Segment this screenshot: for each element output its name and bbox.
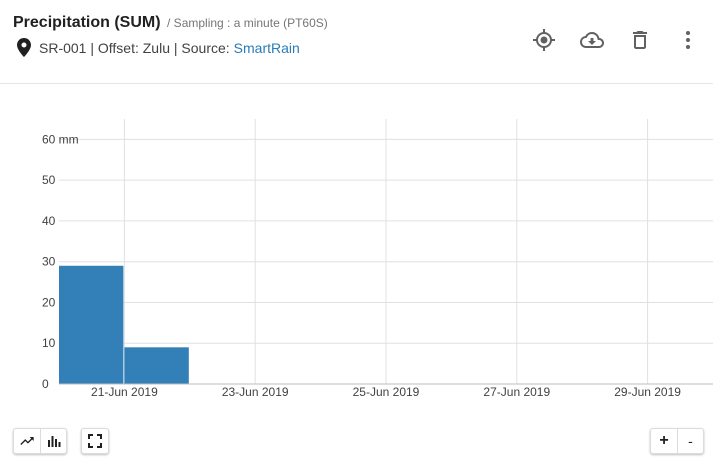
x-tick-label: 29-Jun 2019 [614,385,681,399]
x-tick-label: 25-Jun 2019 [353,385,420,399]
y-tick-label: 0 [42,377,49,391]
precipitation-chart[interactable]: 0 10 20 30 40 50 60 mm 21-Jun 2019 23-Jun 2019 25… [0,84,713,414]
target-icon [533,29,555,51]
bar-chart-icon [47,436,60,447]
chart-header: Precipitation (SUM) / Sampling : a minut… [0,0,713,84]
y-tick-label: 60 mm [42,132,79,146]
source-link[interactable]: SmartRain [234,40,300,56]
download-button[interactable] [580,28,604,52]
chart-area[interactable]: 0 10 20 30 40 50 60 mm 21-Jun 2019 23-Jun 2019 25… [0,84,713,414]
x-tick-label: 27-Jun 2019 [483,385,550,399]
sampling-subtitle: / Sampling : a minute (PT60S) [167,16,328,30]
chart-title: Precipitation (SUM) [13,14,161,31]
zoom-controls: + - [650,428,704,454]
trash-icon [633,31,647,49]
x-tick-label: 21-Jun 2019 [91,385,158,399]
fullscreen-icon [88,434,102,448]
cloud-download-icon [580,32,604,48]
sensor-meta: SR-001 | Offset: Zulu | Source: SmartRai… [17,38,300,57]
y-tick-label: 50 [42,173,56,187]
chart-type-toggle [13,428,67,454]
bar-chart-button[interactable] [40,429,66,453]
fullscreen-button[interactable] [82,429,108,453]
zoom-out-button[interactable]: - [677,429,703,453]
y-tick-label: 30 [42,255,56,269]
delete-button[interactable] [628,28,652,52]
precipitation-bar[interactable] [59,265,124,384]
y-tick-label: 10 [42,336,56,350]
zoom-in-button[interactable]: + [651,429,677,453]
sensor-meta-text: SR-001 | Offset: Zulu | Source: [39,39,230,56]
trending-up-icon [20,437,34,445]
fullscreen-group [81,428,109,454]
x-tick-label: 23-Jun 2019 [222,385,289,399]
y-tick-label: 40 [42,214,56,228]
precipitation-bar[interactable] [124,347,189,384]
locate-button[interactable] [532,28,556,52]
title-line: Precipitation (SUM) / Sampling : a minut… [13,14,328,32]
location-pin-icon [17,38,31,57]
line-chart-button[interactable] [14,429,40,453]
more-options-button[interactable] [676,28,700,52]
more-vert-icon [686,31,690,49]
y-tick-label: 20 [42,295,56,309]
